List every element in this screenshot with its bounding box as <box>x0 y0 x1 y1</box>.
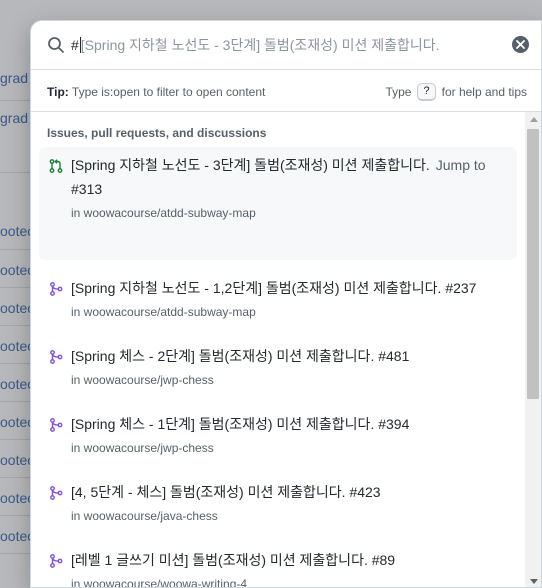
divider <box>0 363 30 364</box>
background-text: ootec <box>0 223 30 239</box>
background-text: grad <box>0 70 29 86</box>
jump-to-label: Jump to <box>435 157 486 173</box>
search-suggestion: [Spring 지하철 노선도 - 3단계] 돌범(조재성) 미션 제출합니다. <box>80 37 440 53</box>
background-text: ootec <box>0 414 30 430</box>
divider <box>0 477 30 478</box>
help-key: ? <box>417 83 436 101</box>
result-title: [Spring 체스 - 2단계] 돌범(조재성) 미션 제출합니다. #481 <box>71 344 509 368</box>
divider <box>0 439 30 440</box>
pull-request-merged-icon <box>50 554 63 568</box>
search-input[interactable]: # [Spring 지하철 노선도 - 3단계] 돌범(조재성) 미션 제출합니다… <box>71 32 501 58</box>
scroll-up-arrow-icon[interactable] <box>530 117 538 122</box>
result-repo: in woowacourse/atdd-subway-map <box>71 206 256 220</box>
search-typed-text: # <box>71 37 79 53</box>
help-suffix: for help and tips <box>441 85 527 99</box>
tip-text: Tip: Type is:open to filter to open cont… <box>47 85 265 99</box>
background-text: ootec <box>0 528 30 544</box>
tip-message: Type is:open to filter to open content <box>71 85 266 99</box>
result-title-text: [Spring 지하철 노선도 - 1,2단계] 돌범(조재성) 미션 제출합니… <box>71 280 442 296</box>
result-repo: in woowacourse/jwp-chess <box>71 373 214 387</box>
pull-request-merged-icon <box>50 418 63 432</box>
result-item[interactable]: [Spring 지하철 노선도 - 3단계] 돌범(조재성) 미션 제출합니다.… <box>39 147 517 260</box>
divider <box>0 287 30 288</box>
divider <box>0 172 30 173</box>
result-repo: in woowacourse/woowa-writing-4 <box>71 577 248 588</box>
result-number: #423 <box>349 484 381 500</box>
result-title-text: [Spring 지하철 노선도 - 3단계] 돌범(조재성) 미션 제출합니다. <box>71 157 430 173</box>
search-bar: # [Spring 지하철 노선도 - 3단계] 돌범(조재성) 미션 제출합니다… <box>31 21 541 70</box>
result-title: [레벨 1 글쓰기 미션] 돌범(조재성) 미션 제출합니다. #89 <box>71 548 509 572</box>
background-text: ootec <box>0 452 30 468</box>
result-item[interactable]: [Spring 체스 - 1단계] 돌범(조재성) 미션 제출합니다. #394… <box>39 406 517 466</box>
result-title-text: [4, 5단계 - 체스] 돌범(조재성) 미션 제출합니다. <box>71 484 346 500</box>
result-number: #481 <box>378 348 410 364</box>
background-text: ootec <box>0 338 30 354</box>
result-number: #394 <box>378 416 410 432</box>
result-item[interactable]: [4, 5단계 - 체스] 돌범(조재성) 미션 제출합니다. #423 in … <box>39 474 517 534</box>
result-repo: in woowacourse/jwp-chess <box>71 441 214 455</box>
result-title: [Spring 지하철 노선도 - 1,2단계] 돌범(조재성) 미션 제출합니… <box>71 276 509 300</box>
divider <box>0 100 30 101</box>
scroll-down-arrow-icon[interactable] <box>530 579 538 584</box>
pull-request-merged-icon <box>50 350 63 364</box>
result-number: #237 <box>445 280 477 296</box>
results-scrollbar[interactable] <box>525 112 541 587</box>
search-icon <box>48 37 64 53</box>
result-title-text: [레벨 1 글쓰기 미션] 돌범(조재성) 미션 제출합니다. <box>71 552 368 568</box>
background-text: ootec <box>0 300 30 316</box>
result-title: [4, 5단계 - 체스] 돌범(조재성) 미션 제출합니다. #423 <box>71 480 509 504</box>
tip-bar: Tip: Type is:open to filter to open cont… <box>31 70 541 112</box>
result-number: #89 <box>371 552 396 568</box>
result-repo: in woowacourse/java-chess <box>71 509 218 523</box>
command-palette: # [Spring 지하철 노선도 - 3단계] 돌범(조재성) 미션 제출합니다… <box>30 20 542 588</box>
pull-request-merged-icon <box>50 282 63 296</box>
result-title-text: [Spring 체스 - 2단계] 돌범(조재성) 미션 제출합니다. <box>71 348 375 364</box>
result-title-text: [Spring 체스 - 1단계] 돌범(조재성) 미션 제출합니다. <box>71 416 375 432</box>
close-icon <box>516 40 525 49</box>
divider <box>0 553 30 554</box>
help-prefix: Type <box>385 85 412 99</box>
scrollbar-thumb[interactable] <box>527 129 539 399</box>
result-number: #313 <box>71 181 103 197</box>
result-title: [Spring 체스 - 1단계] 돌범(조재성) 미션 제출합니다. #394 <box>71 412 509 436</box>
divider <box>0 515 30 516</box>
background-text: ootec <box>0 490 30 506</box>
result-title: [Spring 지하철 노선도 - 3단계] 돌범(조재성) 미션 제출합니다.… <box>71 153 509 201</box>
divider <box>0 325 30 326</box>
pull-request-open-icon <box>49 159 63 173</box>
pull-request-merged-icon <box>50 486 63 500</box>
result-item[interactable]: [레벨 1 글쓰기 미션] 돌범(조재성) 미션 제출합니다. #89 in w… <box>39 542 517 588</box>
result-item[interactable]: [Spring 지하철 노선도 - 1,2단계] 돌범(조재성) 미션 제출합니… <box>39 270 517 330</box>
clear-search-button[interactable] <box>512 36 529 53</box>
background-text: ootec <box>0 376 30 392</box>
group-title: Issues, pull requests, and discussions <box>47 126 267 140</box>
results-list: Issues, pull requests, and discussions [… <box>31 112 525 588</box>
tip-label: Tip: <box>47 85 69 99</box>
result-repo: in woowacourse/atdd-subway-map <box>71 305 256 319</box>
result-item[interactable]: [Spring 체스 - 2단계] 돌범(조재성) 미션 제출합니다. #481… <box>39 338 517 398</box>
background-text: ootec <box>0 262 30 278</box>
help-hint: Type ? for help and tips <box>385 83 527 101</box>
divider <box>0 401 30 402</box>
background-text: grad <box>0 110 29 126</box>
divider <box>0 249 30 250</box>
